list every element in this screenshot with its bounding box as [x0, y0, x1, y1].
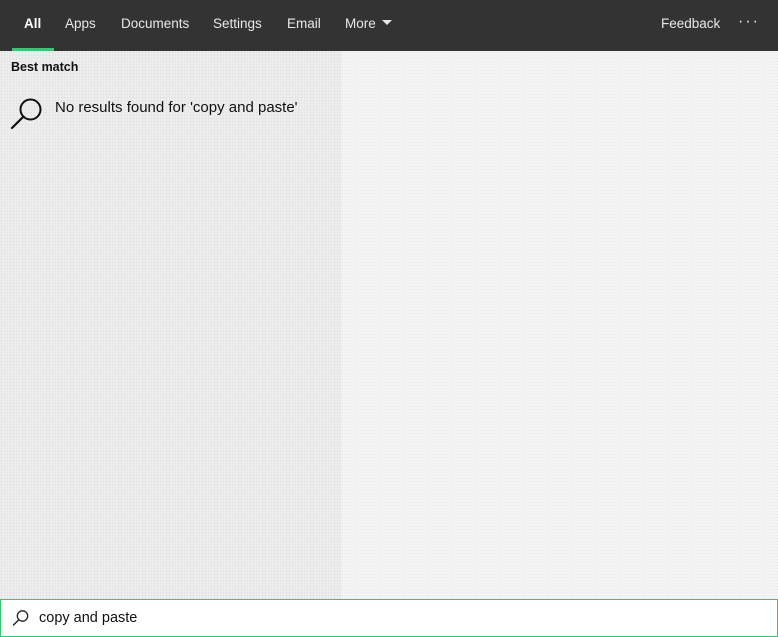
search-input[interactable]: [39, 600, 759, 636]
no-results-row: No results found for 'copy and paste': [0, 93, 341, 133]
chevron-down-icon: [381, 19, 392, 25]
search-box[interactable]: [0, 599, 778, 637]
best-match-heading: Best match: [11, 60, 79, 74]
tab-more[interactable]: More: [345, 0, 392, 51]
results-pane: Best match No results found for 'copy an…: [0, 51, 341, 599]
tab-all[interactable]: All: [11, 0, 55, 51]
preview-pane: [341, 51, 778, 599]
tab-email[interactable]: Email: [287, 0, 321, 51]
tab-documents[interactable]: Documents: [121, 0, 189, 51]
tab-settings[interactable]: Settings: [213, 0, 262, 51]
windows-search-panel: All Apps Documents Settings Email More F…: [0, 0, 778, 637]
more-options-icon[interactable]: ···: [738, 0, 760, 51]
search-filter-bar: All Apps Documents Settings Email More F…: [0, 0, 778, 51]
tab-apps[interactable]: Apps: [65, 0, 96, 51]
tab-more-label: More: [345, 16, 376, 31]
feedback-button[interactable]: Feedback: [661, 0, 720, 51]
search-icon: [10, 98, 42, 130]
no-results-message: No results found for 'copy and paste': [55, 99, 298, 116]
search-icon: [12, 610, 29, 626]
